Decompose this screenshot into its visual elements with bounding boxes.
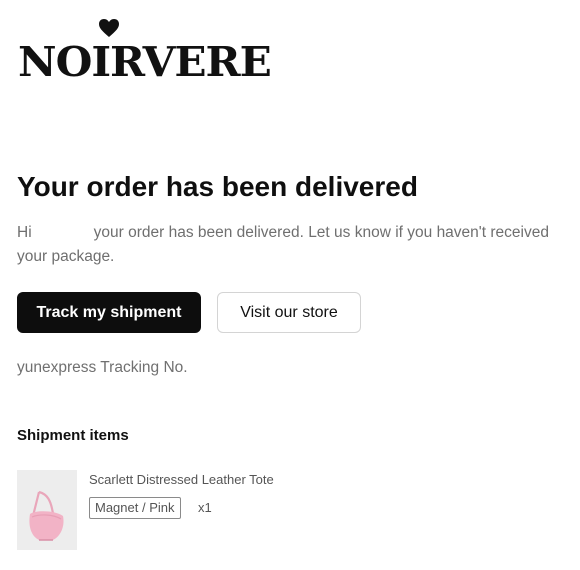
track-shipment-button[interactable]: Track my shipment — [17, 292, 201, 333]
tracking-number-text: yunexpress Tracking No. — [17, 359, 188, 376]
item-name: Scarlett Distressed Leather Tote — [89, 472, 274, 487]
delivery-message: Hi your order has been delivered. Let us … — [17, 221, 573, 269]
brand-logo[interactable]: NOIRVERE — [18, 18, 272, 88]
item-variant-badge: Magnet / Pink — [89, 497, 181, 519]
item-quantity: x1 — [198, 500, 212, 515]
email-page: NOIRVERE Your order has been delivered H… — [0, 0, 580, 570]
pink-tote-bag-image — [17, 470, 77, 550]
brand-logo-text: NOIRVERE — [18, 38, 272, 86]
tote-bag-illustration — [17, 470, 77, 550]
shipment-item: Scarlett Distressed Leather Tote Magnet … — [17, 469, 557, 551]
greeting-text: Hi — [17, 224, 32, 241]
visit-store-button[interactable]: Visit our store — [217, 292, 361, 333]
shipment-items-title: Shipment items — [17, 427, 129, 444]
page-title: Your order has been delivered — [17, 171, 418, 202]
message-body: your order has been delivered. Let us kn… — [17, 224, 549, 265]
heart-icon — [99, 19, 119, 37]
